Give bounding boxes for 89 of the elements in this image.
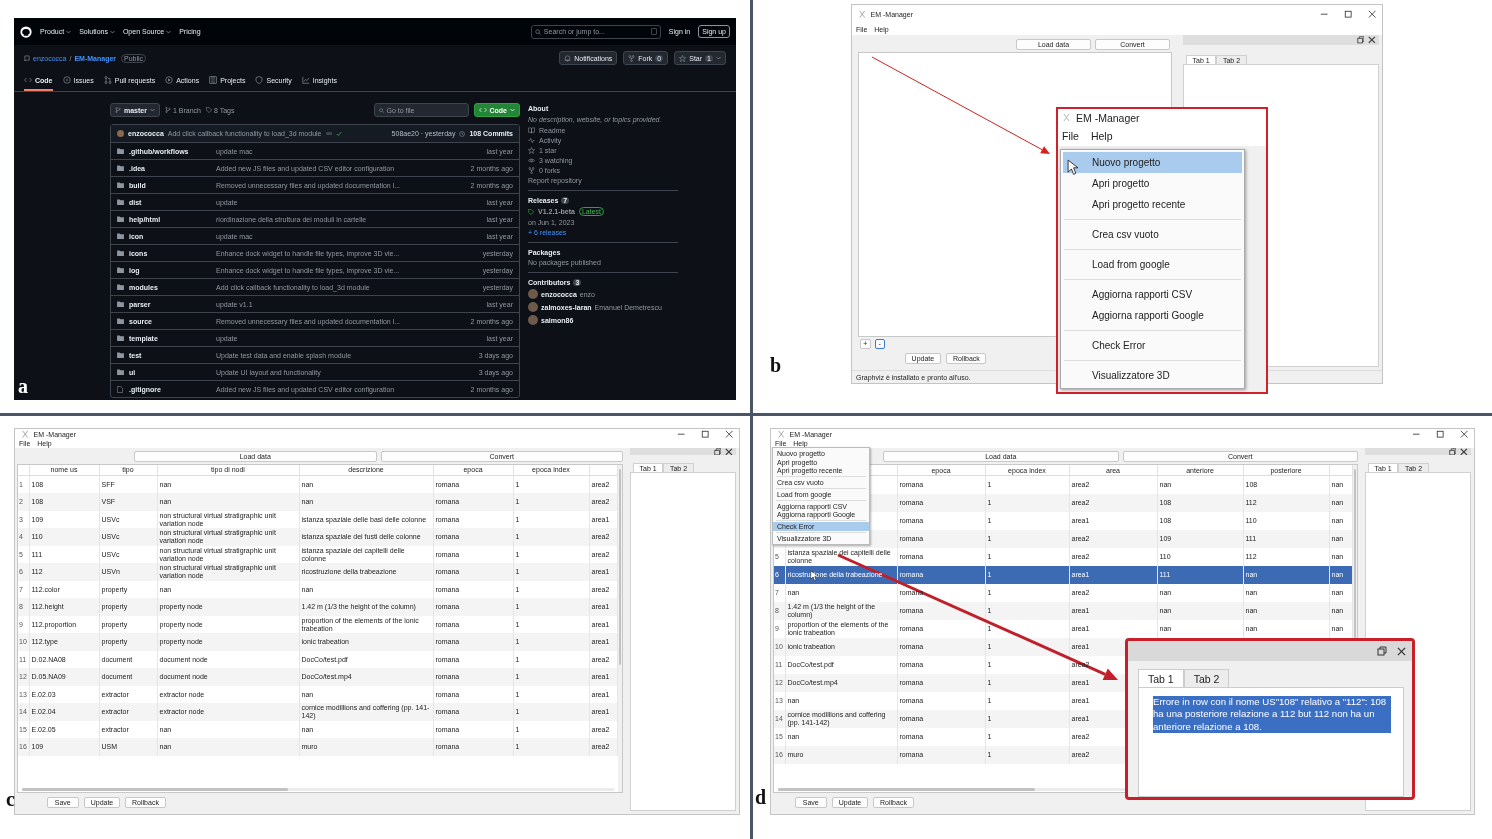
window-title: EM -Manager: [1076, 111, 1140, 124]
table-icon: [209, 76, 218, 84]
close-icon: [725, 447, 733, 456]
close-icon: [1397, 646, 1406, 656]
folder-icon: [117, 148, 124, 154]
menu-item[interactable]: Apri progetto: [1063, 173, 1242, 194]
history-icon: [459, 130, 466, 137]
star-icon: [528, 147, 535, 155]
eye-icon: [528, 157, 535, 165]
pull-request-icon: [103, 76, 112, 84]
logo-icon: [20, 25, 32, 38]
avatar: [528, 302, 538, 313]
tag-icon: [206, 107, 212, 113]
menu-item[interactable]: Aggiorna rapporti Google: [1063, 305, 1242, 326]
avatar: [117, 130, 124, 137]
menu-item[interactable]: Aggiorna rapporti CSV: [1063, 284, 1242, 305]
maximize-icon: [1343, 9, 1353, 19]
panel-label: c: [6, 788, 15, 811]
app-icon: [777, 429, 786, 439]
folder-icon: [117, 165, 124, 171]
branch-icon: [115, 107, 121, 113]
folder-icon: [117, 284, 124, 290]
chevron-down-icon: [109, 29, 115, 34]
float-icon: [1377, 646, 1387, 656]
panel-label: b: [770, 354, 782, 377]
app-icon: [1062, 113, 1071, 122]
folder-icon: [117, 318, 124, 324]
graph-icon: [301, 76, 310, 84]
folder-icon: [117, 301, 124, 307]
chevron-down-icon: [166, 29, 172, 34]
star-icon: [679, 54, 687, 62]
repo-icon: [24, 54, 30, 62]
search-icon: [378, 107, 384, 113]
chevron-down-icon: [66, 29, 72, 34]
folder-icon: [117, 335, 124, 341]
folder-icon: [117, 352, 124, 358]
app-icon: [858, 9, 867, 19]
issue-icon: [62, 76, 71, 84]
play-icon: [165, 76, 174, 84]
menu-item[interactable]: Help: [1090, 130, 1113, 142]
close-icon: [1459, 429, 1468, 439]
float-icon: [713, 447, 722, 456]
bell-icon: [564, 54, 572, 62]
menu-item[interactable]: File: [1062, 130, 1079, 142]
maximize-icon: [1435, 429, 1445, 439]
menu-item[interactable]: Visualizzatore 3D: [1063, 365, 1242, 386]
close-icon: [724, 429, 733, 439]
ellipsis-icon: [325, 132, 332, 135]
folder-icon: [117, 199, 124, 205]
branch-icon: [164, 107, 171, 113]
folder-icon: [117, 267, 124, 273]
float-icon: [1448, 447, 1457, 456]
close-icon: [1460, 447, 1468, 456]
error-message: Errore in row con il nome US"108" relativo a "112": 108 ha una posteriore relazione a 112 but 112 non ha un anteriore relazione a 108.: [1153, 696, 1391, 734]
fork-icon: [628, 54, 636, 62]
file-icon: [117, 385, 123, 393]
menu-item[interactable]: Apri progetto recente: [1063, 194, 1242, 215]
avatar: [528, 289, 538, 300]
avatar: [528, 315, 538, 326]
close-icon: [1368, 36, 1376, 44]
tag-icon: [528, 208, 534, 215]
chevron-down-icon: [149, 108, 155, 112]
slash-key-icon: [650, 28, 657, 35]
pulse-icon: [528, 137, 535, 145]
app-icon: [21, 429, 30, 439]
book-icon: [528, 127, 535, 135]
fork-icon: [528, 167, 535, 175]
menu-item[interactable]: Nuovo progetto: [1063, 152, 1242, 173]
folder-icon: [117, 182, 124, 188]
code-icon: [478, 106, 487, 114]
folder-icon: [117, 250, 124, 256]
code-icon: [24, 76, 32, 84]
chevron-down-icon: [510, 108, 515, 112]
pointer-icon: [1067, 159, 1078, 176]
maximize-icon: [700, 429, 710, 439]
chevron-down-icon: [716, 56, 721, 60]
check-icon: [335, 130, 342, 137]
folder-icon: [117, 233, 124, 239]
panel-label: a: [18, 375, 28, 398]
close-icon: [1367, 9, 1376, 19]
menu-item[interactable]: Crea csv vuoto: [1063, 224, 1242, 245]
folder-icon: [117, 216, 124, 222]
search-icon: [534, 28, 541, 35]
menu-item[interactable]: Load from google: [1063, 254, 1242, 275]
shield-icon: [255, 76, 264, 84]
float-icon: [1356, 36, 1365, 44]
folder-icon: [117, 369, 124, 375]
menu-item[interactable]: Check Error: [1063, 335, 1242, 356]
panel-label: d: [755, 786, 767, 809]
